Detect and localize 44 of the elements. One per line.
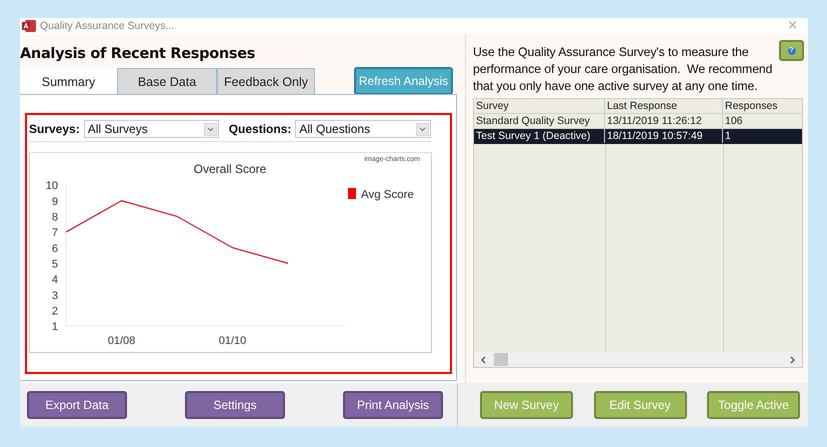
y-tick-label: 7 bbox=[52, 227, 58, 240]
filter-label: Questions: bbox=[228, 122, 292, 136]
x-tick-label: 01/08 bbox=[108, 335, 136, 347]
column-header: Responses bbox=[724, 99, 779, 113]
tab[interactable]: Feedback Only bbox=[217, 68, 315, 94]
table-cell-text: 106 bbox=[724, 114, 744, 128]
y-tick-label: 4 bbox=[52, 274, 58, 286]
table-cell-text: 1 bbox=[724, 129, 732, 143]
column-header: Last Response bbox=[605, 99, 723, 113]
column-header: Survey bbox=[474, 99, 605, 113]
section-heading: Analysis of Recent Responses bbox=[20, 46, 256, 64]
table-cell: 18/11/2019 10:57:49 bbox=[605, 129, 723, 143]
legend-label: Avg Score bbox=[361, 189, 414, 201]
y-tick-label: 6 bbox=[52, 242, 58, 255]
tab[interactable]: Base Data bbox=[117, 68, 217, 94]
tab[interactable]: Summary bbox=[20, 68, 117, 94]
table-cell: Standard Quality Survey bbox=[474, 114, 605, 128]
table-row[interactable]: Test Survey 1 (Deactive) 18/11/2019 10:57:49 1 bbox=[474, 129, 802, 144]
action-button[interactable]: Export Data bbox=[27, 391, 127, 419]
y-tick-label: 5 bbox=[52, 258, 58, 271]
y-tick-label: 3 bbox=[52, 290, 58, 302]
dropdown-arrow-icon bbox=[204, 122, 217, 136]
dropdown[interactable]: All Questions bbox=[295, 120, 432, 138]
y-tick-label: 2 bbox=[52, 306, 58, 318]
dropdown-arrow-icon bbox=[416, 122, 430, 136]
scroll-left-icon[interactable] bbox=[480, 356, 488, 364]
scrollbar-thumb[interactable] bbox=[494, 353, 508, 366]
y-tick-label: 9 bbox=[52, 196, 58, 208]
filter-label: Surveys: bbox=[29, 122, 80, 136]
y-tick-label: 10 bbox=[46, 180, 58, 192]
scroll-right-icon[interactable] bbox=[788, 356, 796, 364]
refresh-button[interactable]: Refresh Analysis bbox=[354, 67, 453, 95]
action-button[interactable]: Settings bbox=[185, 391, 285, 419]
x-tick-label: 01/10 bbox=[218, 335, 246, 347]
window-title: Quality Assurance Surveys... bbox=[40, 20, 174, 32]
y-tick-label: 1 bbox=[52, 321, 58, 334]
dropdown[interactable]: All Surveys bbox=[84, 120, 219, 138]
chart-title: Overall Score bbox=[194, 162, 266, 176]
y-tick-label: 8 bbox=[52, 212, 58, 224]
table-cell: Test Survey 1 (Deactive) bbox=[474, 129, 605, 143]
info-text: Use the Quality Assurance Survey's to measure the performance of your care organisation. We recommend that you only have one active survey at any one time. bbox=[473, 44, 774, 95]
table-cell: 13/11/2019 11:26:12 bbox=[605, 114, 723, 128]
horizontal-scrollbar[interactable] bbox=[474, 352, 802, 367]
action-button[interactable]: Print Analysis bbox=[343, 391, 443, 419]
